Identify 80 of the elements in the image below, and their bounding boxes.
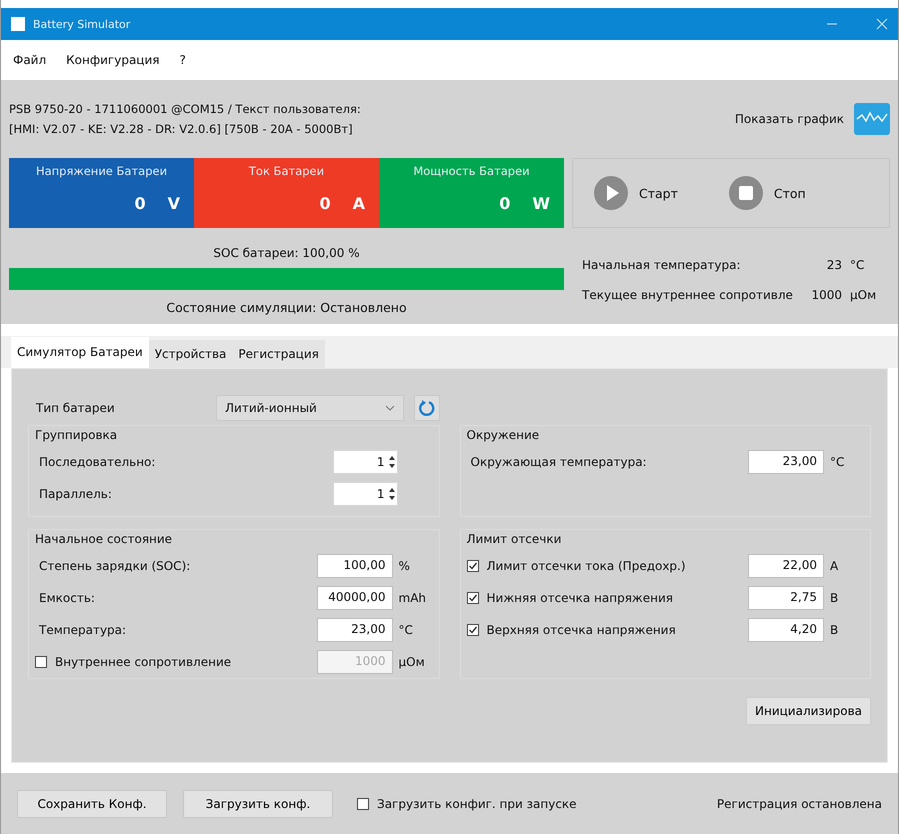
reading-unit: °C [850,258,866,272]
unit-label: °C [829,455,846,469]
field-label: Последовательно: [38,455,156,469]
show-chart-label: Показать график [734,112,844,126]
field-label: Степень зарядки (SOC): [38,559,192,573]
window-title: Battery Simulator [33,18,132,30]
checkbox-label: Лимит отсечки тока (Предохр.) [486,559,686,573]
meter-unit: A [352,194,365,213]
meter-value: 0 [134,194,146,213]
group-title: Лимит отсечки [466,532,562,546]
device-info: PSB 9750-20 - 1711060001 @COM15 / Текст пользователя: [9,102,362,116]
checkbox-label: Нижняя отсечка напряжения [486,591,673,605]
field-label: Тип батареи [35,401,116,415]
battery-type-dropdown[interactable]: Литий-ионный [216,395,404,421]
meter-value: 0 [499,194,510,213]
reading-unit: µOм [850,288,878,302]
field-label: Температура: [38,623,128,637]
meter-value: 0 [319,194,331,213]
soc-label: SOC батареи: 100,00 % [213,246,360,260]
meter-label: Ток Батареи [248,164,326,178]
unit-label: % [398,559,411,573]
input-field[interactable]: 23,00 [748,450,824,474]
spin-field[interactable]: 1 [332,482,398,506]
group-title: Окружение [466,428,540,442]
input-field[interactable]: 4,20 [748,618,824,642]
stop-icon [728,175,764,211]
checkbox-label: Загрузить конфиг. при запуске [377,796,577,810]
checkbox[interactable] [35,656,47,668]
unit-label: A [829,559,840,573]
input-field[interactable]: 2,75 [748,586,824,610]
initialize-button[interactable]: Инициализирова [746,697,871,725]
tab[interactable]: Симулятор Батареи [11,337,149,368]
close-icon[interactable] [876,18,888,30]
meter-unit: V [168,194,180,213]
input-field[interactable]: 23,00 [316,618,392,642]
field-label: Параллель: [38,487,113,501]
tab[interactable]: Устройства [148,340,232,368]
group-title: Группировка [35,428,118,442]
logging-status: Регистрация остановлена [716,796,882,810]
checkbox[interactable] [466,624,478,636]
unit-label: °C [398,623,414,637]
field-label: Окружающая температура: [470,455,648,469]
firmware-info: [HMI: V2.07 - KE: V2.28 - DR: V2.0.6] [750В - 20А - 5000Вт] [9,122,354,136]
unit-label: В [829,591,840,605]
unit-label: В [829,623,840,637]
field-label: Емкость: [38,591,96,605]
unit-label: µOм [398,655,426,669]
config-button[interactable]: Сохранить Конф. [17,790,167,818]
checkbox[interactable] [357,798,369,810]
tab[interactable]: Регистрация [232,340,325,368]
input-field[interactable]: 100,00 [316,554,392,578]
stop-button[interactable]: Стоп [728,175,806,211]
meter-label: Напряжение Батареи [34,164,168,178]
reading-label: Текущее внутреннее сопротивле [582,288,794,302]
menu-item[interactable]: Файл [13,53,46,67]
start-button[interactable]: Старт [593,175,678,211]
chevron-down-icon [385,405,395,411]
checkbox-label: Верхняя отсечка напряжения [486,623,676,637]
menu-item[interactable]: ? [179,53,186,67]
unit-label: mAh [398,591,428,605]
input-field[interactable]: 40000,00 [316,586,392,610]
meter-label: Мощность Батареи [412,164,531,178]
menu-item[interactable]: Конфигурация [66,53,160,67]
reading-label: Начальная температура: [582,258,742,272]
config-button[interactable]: Загрузить конф. [183,790,333,818]
reading-value: 1000 [810,288,843,302]
group-title: Начальное состояние [35,532,174,546]
checkbox[interactable] [466,560,478,572]
input-field[interactable]: 22,00 [748,554,824,578]
reading-value: 23 [826,258,843,272]
spin-field[interactable]: 1 [332,450,398,474]
meter-unit: W [532,194,550,213]
play-icon [593,175,629,211]
checkbox-label: Внутреннее сопротивление [55,655,232,669]
simulation-status: Состояние симуляции: Остановлено [166,300,407,315]
refresh-button[interactable] [414,395,440,421]
app-icon [11,17,25,31]
chart-icon[interactable] [854,103,890,135]
checkbox[interactable] [466,592,478,604]
refresh-icon [418,399,436,417]
